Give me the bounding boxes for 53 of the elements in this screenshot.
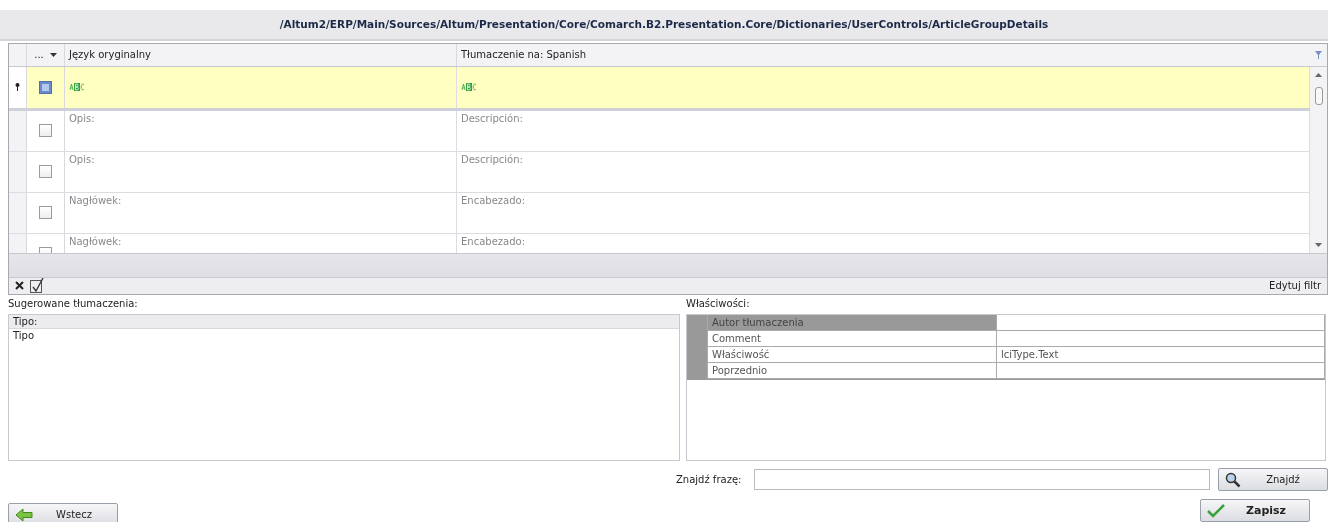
column-header[interactable]: Tłumaczenie na: Spanish <box>457 43 1309 66</box>
table-cell: Encabezado: <box>461 235 525 247</box>
checkmark-icon <box>1207 503 1225 518</box>
find-label: Znajdź frazę: <box>676 474 743 485</box>
row-indicator[interactable] <box>9 66 27 108</box>
row-checkbox[interactable] <box>39 165 52 179</box>
row-checkbox[interactable] <box>39 124 52 138</box>
property-value[interactable] <box>997 362 1325 379</box>
scroll-up-icon[interactable] <box>1315 72 1322 77</box>
table-cell: Encabezado: <box>461 194 525 206</box>
property-name[interactable]: Poprzednio <box>707 362 997 379</box>
scrollbar[interactable] <box>1310 66 1327 253</box>
grid-row[interactable]: Opis: Descripción: <box>9 151 1310 193</box>
property-name[interactable]: Autor tłumaczenia <box>707 314 997 331</box>
list-item[interactable]: Tipo <box>9 328 679 342</box>
list-header: Tipo: <box>9 314 679 329</box>
table-cell: Descripción: <box>461 153 523 165</box>
magnifier-icon <box>1225 471 1241 488</box>
find-button[interactable]: Znajdź <box>1218 468 1328 491</box>
back-button[interactable]: Wstecz <box>8 503 118 522</box>
checkbox-tick-icon[interactable] <box>30 278 44 294</box>
find-field[interactable] <box>754 469 1210 490</box>
grid-row[interactable]: Nagłówek: Encabezado: <box>9 192 1310 234</box>
property-name[interactable]: Comment <box>707 330 997 347</box>
property-value[interactable] <box>997 314 1325 331</box>
close-icon[interactable] <box>15 281 24 291</box>
section-label: Właściwości: <box>686 297 751 311</box>
column-header[interactable]: Język oryginalny <box>65 43 457 66</box>
row-indicator <box>687 314 707 331</box>
table-cell: Nagłówek: <box>69 235 122 247</box>
property-value[interactable] <box>997 330 1325 347</box>
table-cell: Opis: <box>69 153 95 165</box>
abc-icon <box>69 83 85 92</box>
section-label: Sugerowane tłumaczenia: <box>8 297 139 311</box>
scroll-down-icon[interactable] <box>1315 242 1322 247</box>
grid-row[interactable]: Opis: Descripción: <box>9 110 1310 152</box>
focus-pin-icon <box>15 83 20 92</box>
table-cell: Descripción: <box>461 112 523 124</box>
window-title: /Altum2/ERP/Main/Sources/Altum/Presentation/Core/Comarch.B2.Presentation.Core/Dictionaries/UserControls/ArticleGroupDetails <box>279 18 1049 31</box>
scroll-thumb[interactable] <box>1314 86 1323 105</box>
row-checkbox[interactable] <box>39 206 52 220</box>
edit-filter-link[interactable]: Edytuj filtr <box>1269 280 1321 292</box>
column-menu[interactable]: ... <box>27 43 65 66</box>
arrow-left-icon <box>15 507 33 522</box>
property-name[interactable]: Właściwość <box>707 346 997 363</box>
filter-icon[interactable] <box>1314 50 1322 59</box>
save-button[interactable]: Zapisz <box>1200 499 1310 522</box>
table-cell: Nagłówek: <box>69 194 122 206</box>
row-checkbox[interactable] <box>39 80 52 94</box>
property-value[interactable]: lciType.Text <box>997 346 1325 363</box>
caret-icon <box>49 52 57 57</box>
abc-icon <box>461 83 477 92</box>
table-cell: Opis: <box>69 112 95 124</box>
